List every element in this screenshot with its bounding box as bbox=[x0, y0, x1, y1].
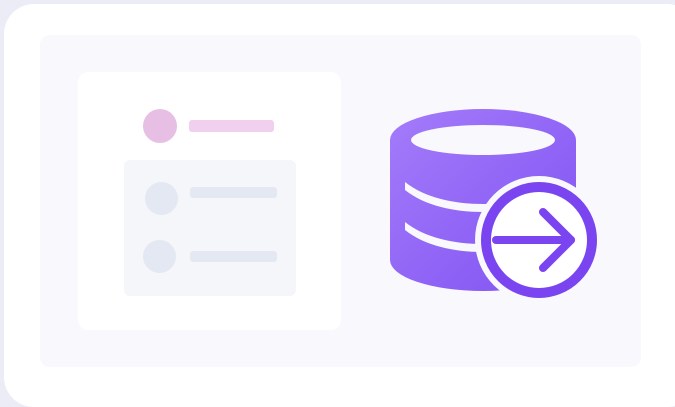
row-text-placeholder bbox=[190, 187, 277, 198]
row-text-placeholder bbox=[190, 251, 277, 262]
database-export-icon bbox=[385, 98, 603, 306]
arrow-right-circle-icon bbox=[475, 176, 603, 304]
header-avatar-placeholder bbox=[143, 109, 177, 143]
header-text-placeholder bbox=[189, 120, 274, 132]
row-avatar-placeholder bbox=[143, 240, 176, 273]
row-avatar-placeholder bbox=[145, 182, 178, 215]
list-rows-box bbox=[124, 160, 296, 296]
